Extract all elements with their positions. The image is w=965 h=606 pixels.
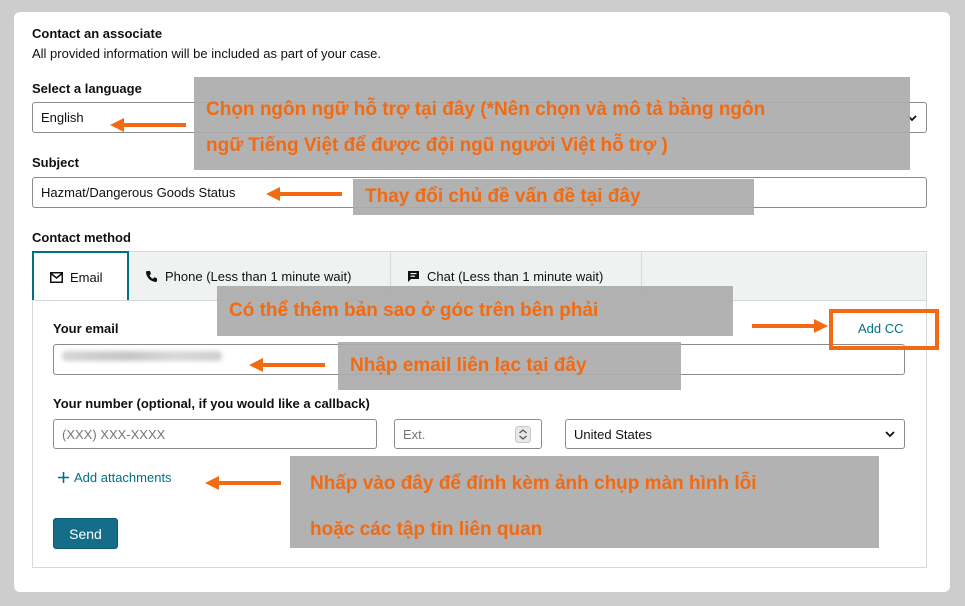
arrow-left-icon [110,118,186,132]
extension-input[interactable]: Ext. [394,419,542,449]
annotation-email-text: Nhập email liên lạc tại đây [350,355,587,376]
page-subtitle: All provided information will be include… [32,46,382,61]
annotation-attachments: Nhấp vào đây để đính kèm ảnh chụp màn hì… [290,456,879,548]
chat-icon [408,270,419,282]
add-attachments-link[interactable]: Add attachments [57,470,172,485]
email-label: Your email [53,321,119,336]
annotation-cc-text: Có thể thêm bản sao ở góc trên bên phải [229,300,599,321]
phone-label: Your number (optional, if you would like… [53,396,370,411]
annotation-language-line2: ngữ Tiếng Việt để được đội ngũ người Việ… [206,135,668,156]
language-label: Select a language [32,81,142,96]
send-label: Send [69,525,102,542]
mail-icon [50,271,63,283]
arrow-right-icon [752,319,828,333]
subject-value: Hazmat/Dangerous Goods Status [41,185,236,200]
annotation-language: Chọn ngôn ngữ hỗ trợ tại đây (*Nên chọn … [194,77,910,170]
add-cc-highlight-box [829,309,939,350]
plus-icon [58,472,69,483]
chevron-down-icon [885,431,895,438]
contact-method-label: Contact method [32,230,131,245]
tab-email-label: Email [70,269,103,285]
arrow-left-icon [249,358,325,372]
phone-number-input[interactable]: (XXX) XXX-XXXX [53,419,377,449]
annotation-subject-text: Thay đổi chủ đề vấn đề tại đây [365,186,641,207]
annotation-language-line1: Chọn ngôn ngữ hỗ trợ tại đây (*Nên chọn … [206,99,766,120]
annotation-cc: Có thể thêm bản sao ở góc trên bên phải [217,286,733,336]
tab-phone-label: Phone (Less than 1 minute wait) [165,268,352,284]
stepper-icon[interactable] [515,426,531,443]
country-value: United States [574,426,653,442]
tab-chat-label: Chat (Less than 1 minute wait) [427,268,604,284]
annotation-attachments-line1: Nhấp vào đây để đính kèm ảnh chụp màn hì… [310,473,757,494]
extension-placeholder: Ext. [403,426,426,442]
annotation-email: Nhập email liên lạc tại đây [338,342,681,390]
phone-icon [146,270,157,282]
annotation-attachments-line2: hoặc các tập tin liên quan [310,519,543,540]
add-attachments-label: Add attachments [74,470,172,485]
subject-label: Subject [32,155,79,170]
arrow-left-icon [205,476,281,490]
tab-email[interactable]: Email [32,251,129,301]
language-value: English [41,110,84,125]
send-button[interactable]: Send [53,518,118,549]
phone-number-placeholder: (XXX) XXX-XXXX [62,426,166,442]
country-select[interactable]: United States [565,419,905,449]
arrow-left-icon [266,187,342,201]
obscured-email-value [62,351,222,361]
annotation-subject: Thay đổi chủ đề vấn đề tại đây [353,179,754,215]
page-title: Contact an associate [32,26,163,41]
